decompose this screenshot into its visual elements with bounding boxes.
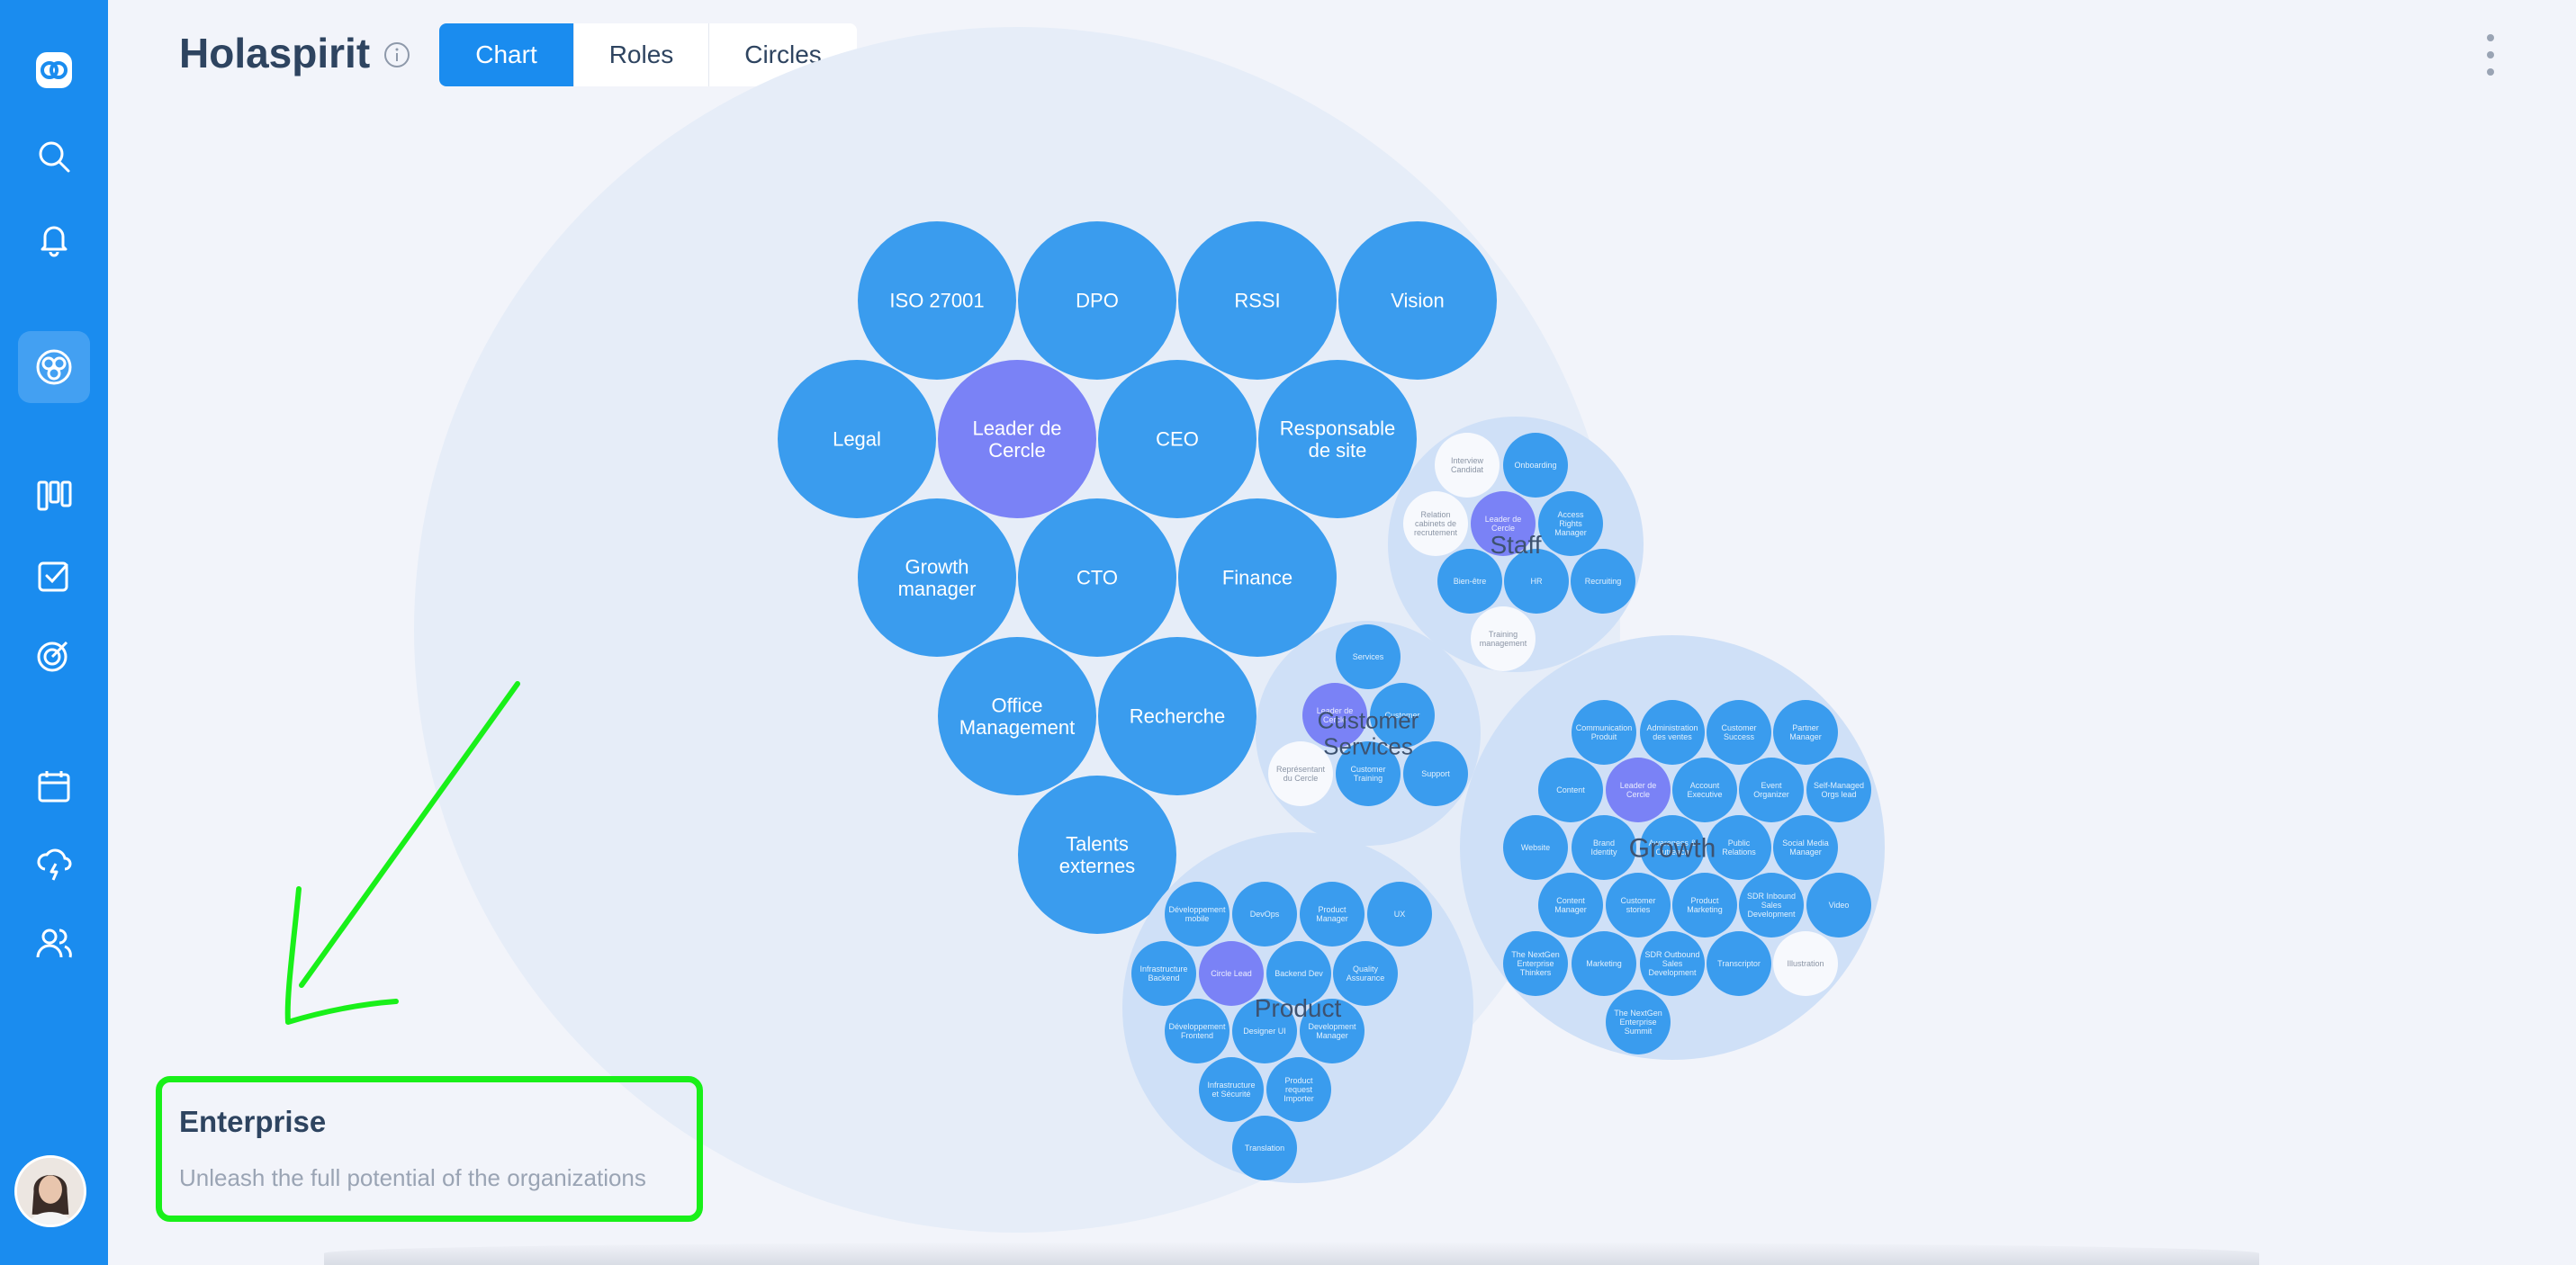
- enterprise-title: Enterprise: [179, 1105, 327, 1138]
- enterprise-highlight-box: [156, 1076, 703, 1222]
- enterprise-subtitle: Unleash the full potential of the organi…: [179, 1164, 646, 1191]
- bottom-shadow: [324, 1242, 2259, 1265]
